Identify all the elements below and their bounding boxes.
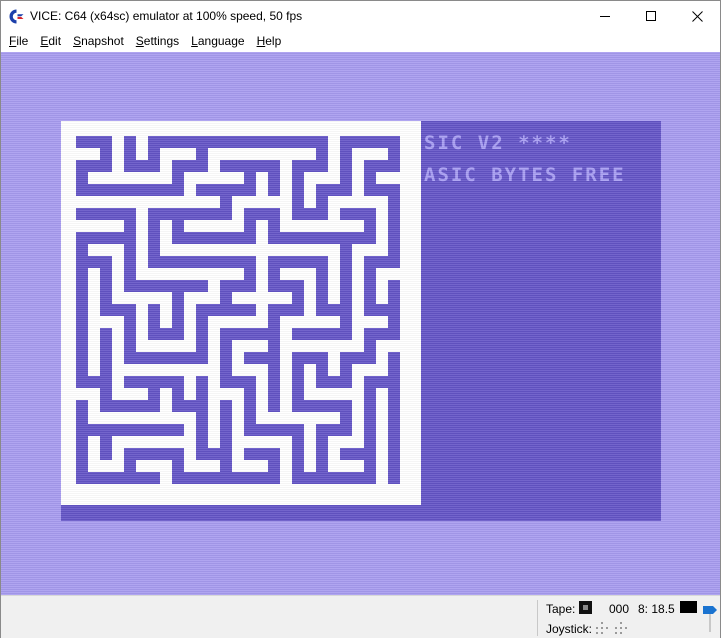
commodore-logo-icon [9,9,24,24]
menu-language-label: anguage [197,34,245,48]
menu-snapshot-mnemonic: S [73,34,82,48]
menu-file-label: ile [16,34,29,48]
drive-status-label: 8: 18.5 [638,602,675,616]
close-icon [691,10,703,22]
status-bar: Tape: 000 8: 18.5 Joystick: [1,595,720,638]
menu-help-mnemonic: H [256,34,266,48]
menu-file[interactable]: File [3,31,34,51]
menu-language[interactable]: Language [185,31,250,51]
menu-settings-mnemonic: S [135,34,144,48]
tape-label: Tape: [546,602,576,616]
window-title: VICE: C64 (x64sc) emulator at 100% speed… [30,9,303,23]
title-bar[interactable]: VICE: C64 (x64sc) emulator at 100% speed… [1,1,720,31]
minimize-button[interactable] [582,1,628,31]
minimize-icon [599,15,610,17]
c64-banner-line: SIC V2 **** [424,132,572,154]
menu-snapshot[interactable]: Snapshot [67,31,130,51]
tape-counter: 000 [609,602,630,616]
menu-settings[interactable]: Settings [130,31,185,51]
maximize-button[interactable] [628,1,674,31]
close-button[interactable] [674,1,720,31]
drive-led-icon [680,601,697,613]
menu-snapshot-label: napshot [81,34,124,48]
menu-edit-label: dit [48,34,62,48]
vice-window: VICE: C64 (x64sc) emulator at 100% speed… [0,0,721,638]
emulator-display[interactable]: SIC V2 **** ASIC BYTES FREE [1,52,720,595]
status-separator [537,600,538,636]
volume-slider-icon[interactable] [702,602,718,632]
maze-graphic [61,121,421,505]
menu-language-mnemonic: L [191,34,198,48]
c64-bytes-free-line: ASIC BYTES FREE [424,164,626,186]
joystick-label: Joystick: [546,622,593,636]
tape-stop-icon[interactable] [579,601,592,614]
maximize-icon [645,10,656,21]
menu-bar: File Edit Snapshot Settings Language Hel… [1,31,720,51]
joystick-port-1-icon[interactable] [596,622,608,634]
menu-help-label: elp [265,34,282,48]
joystick-port-2-icon[interactable] [615,622,627,634]
menu-settings-label: ettings [143,34,180,48]
menu-help[interactable]: Help [251,31,288,51]
menu-edit[interactable]: Edit [34,31,67,51]
